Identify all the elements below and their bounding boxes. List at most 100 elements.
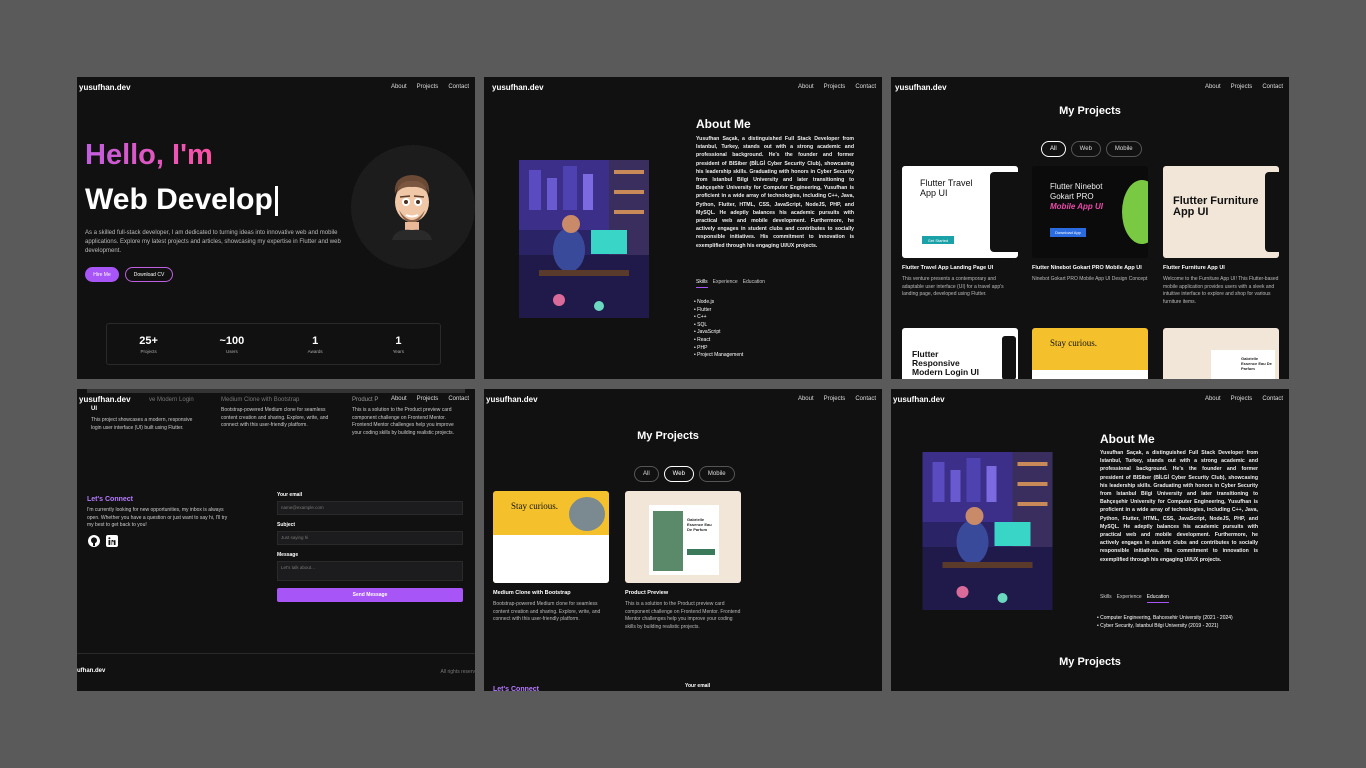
logo[interactable]: yusufhan.dev (492, 83, 544, 92)
filter-all[interactable]: All (1041, 141, 1066, 157)
thumb-content (1032, 370, 1148, 379)
stat-value: 1 (395, 334, 402, 347)
nav-about[interactable]: About (798, 396, 814, 402)
nav-about[interactable]: About (798, 84, 814, 90)
send-message-button[interactable]: Send Message (277, 588, 463, 602)
stat-value: 25+ (139, 334, 158, 347)
project-card[interactable]: Flutter Ninebot Gokart PRO Mobile App UI… (1032, 166, 1148, 284)
about-illustration (922, 452, 1053, 610)
tab-experience[interactable]: Experience (713, 279, 738, 288)
nav-contact[interactable]: Contact (448, 396, 469, 402)
tab-skills[interactable]: Skills (696, 279, 708, 288)
project-thumbnail: Stay curious. (493, 491, 609, 583)
email-field[interactable]: name@example.com (277, 501, 463, 515)
subject-label: Subject (277, 522, 296, 528)
navbar: yusufhan.dev About Projects Contact (77, 389, 475, 409)
about-body: Yusufhan Saçak, a distinguished Full Sta… (1100, 450, 1258, 563)
stat-label: Awards (307, 348, 323, 354)
nav-contact[interactable]: Contact (855, 396, 876, 402)
filter-mobile[interactable]: Mobile (698, 466, 735, 482)
nav-contact[interactable]: Contact (855, 84, 876, 90)
nav-contact[interactable]: Contact (1262, 396, 1283, 402)
nav-contact[interactable]: Contact (1262, 84, 1283, 90)
navbar: yusufhan.dev About Projects Contact (891, 77, 1289, 97)
footer-divider (77, 653, 475, 654)
logo[interactable]: yusufhan.dev (486, 395, 538, 404)
hero-panel: yusufhan.dev About Projects Contact Hell… (77, 77, 475, 379)
logo[interactable]: yusufhan.dev (79, 395, 131, 404)
card-title: Flutter Travel App Landing Page UI (902, 265, 994, 271)
hero-description: As a skilled full-stack developer, I am … (85, 230, 341, 254)
card-description: This is a solution to the Product previe… (352, 407, 454, 436)
nav-about[interactable]: About (1205, 84, 1221, 90)
nav-about[interactable]: About (1205, 396, 1221, 402)
project-card[interactable]: Flutter Furniture App UI Flutter Furnitu… (1163, 166, 1279, 306)
tab-experience[interactable]: Experience (1117, 594, 1142, 603)
nav-about[interactable]: About (391, 84, 407, 90)
avatar (392, 175, 432, 240)
github-icon[interactable] (88, 535, 100, 547)
message-label: Message (277, 552, 299, 558)
thumb-subtitle: Mobile App UI (1050, 202, 1104, 211)
contact-title: Let's Connect (87, 496, 134, 503)
nav-projects[interactable]: Projects (824, 84, 846, 90)
project-card[interactable]: Gabrielle Essence Eau De Parfum (1163, 328, 1279, 379)
filter-all[interactable]: All (634, 466, 659, 482)
download-cv-button[interactable]: Download CV (125, 267, 173, 282)
tab-education[interactable]: Education (1146, 594, 1169, 603)
filter-web[interactable]: Web (663, 466, 694, 482)
list-item: Cyber Security, Istanbul Bilgi Universit… (1097, 623, 1233, 631)
hero-role-text: Web Develop (85, 183, 273, 216)
thumb-title: Gabrielle Essence Eau De Parfum (687, 517, 712, 532)
typing-cursor (274, 186, 278, 217)
subject-field[interactable]: Just saying hi (277, 531, 463, 545)
stat-label: Years (392, 348, 405, 354)
nav-projects[interactable]: Projects (417, 84, 439, 90)
project-thumbnail: Flutter Travel App UI Get Started (902, 166, 1018, 258)
tab-skills[interactable]: Skills (1100, 594, 1112, 603)
thumb-title: Flutter Responsive Modern Login UI (912, 349, 980, 377)
stat-awards: 1 Awards (285, 335, 345, 354)
message-field[interactable]: Let's talk about... (277, 561, 463, 581)
project-card[interactable]: Stay curious. (1032, 328, 1148, 379)
stat-users: ~100 Users (202, 335, 262, 354)
project-thumbnail: Stay curious. (1032, 328, 1148, 379)
nav-about[interactable]: About (391, 396, 407, 402)
thumb-title: Stay curious. (1050, 338, 1097, 348)
project-card[interactable]: Gabrielle Essence Eau De Parfum Product … (625, 491, 741, 631)
filter-mobile[interactable]: Mobile (1105, 141, 1142, 157)
linkedin-icon[interactable] (106, 535, 118, 547)
logo[interactable]: yusufhan.dev (895, 83, 947, 92)
phone-mockup (1265, 172, 1279, 252)
card-title: Product Preview (625, 590, 669, 596)
skills-list: Node.js Flutter C++ SQL JavaScript React… (694, 299, 743, 360)
list-item: JavaScript (694, 329, 743, 337)
card-title: Medium Clone with Bootstrap (493, 590, 571, 596)
stat-label: Projects (140, 348, 157, 354)
project-thumbnail: Gabrielle Essence Eau De Parfum (1163, 328, 1279, 379)
nav-projects[interactable]: Projects (1231, 84, 1253, 90)
logo[interactable]: yusufhan.dev (893, 395, 945, 404)
footer-logo[interactable]: ufhan.dev (77, 668, 105, 674)
about-education-panel: yusufhan.dev About Projects Contact Abou… (891, 389, 1289, 691)
project-card[interactable]: Flutter Responsive Modern Login UI (902, 328, 1018, 379)
filter-web[interactable]: Web (1070, 141, 1101, 157)
project-filters: All Web Mobile (634, 466, 735, 482)
thumb-button: Get Started (922, 236, 954, 244)
thumb-title: Flutter Ninebot Gokart PRO (1050, 182, 1103, 201)
project-thumbnail: Flutter Responsive Modern Login UI (902, 328, 1018, 379)
nav-contact[interactable]: Contact (448, 84, 469, 90)
tab-education[interactable]: Education (743, 279, 765, 288)
navbar: yusufhan.dev About Projects Contact (484, 389, 882, 409)
logo[interactable]: yusufhan.dev (79, 83, 131, 92)
thumb-content (493, 535, 609, 583)
thumb-button: Download App (1050, 228, 1086, 237)
project-card[interactable]: Flutter Travel App UI Get Started Flutte… (902, 166, 1018, 299)
project-card[interactable]: Stay curious. Medium Clone with Bootstra… (493, 491, 609, 624)
nav-projects[interactable]: Projects (824, 396, 846, 402)
nav-projects[interactable]: Projects (1231, 396, 1253, 402)
hire-me-button[interactable]: Hire Me (85, 267, 119, 282)
card-description: Bootstrap-powered Medium clone for seaml… (221, 407, 329, 428)
about-tabs: Skills Experience Education (696, 279, 765, 288)
nav-projects[interactable]: Projects (417, 396, 439, 402)
